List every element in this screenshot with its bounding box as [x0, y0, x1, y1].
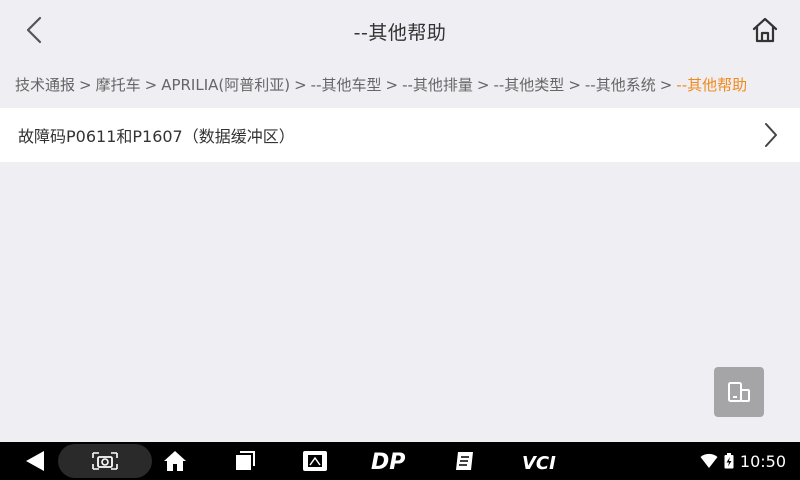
nav-tool-button[interactable] [300, 442, 330, 480]
chevron-right-icon [760, 120, 782, 150]
breadcrumb-item[interactable]: 技术通报 [15, 76, 75, 94]
list-item-label: 故障码P0611和P1607（数据缓冲区） [18, 127, 295, 146]
back-button[interactable] [18, 12, 50, 48]
nav-dp-button[interactable]: DP [368, 442, 412, 480]
wifi-icon [700, 453, 718, 468]
home-button[interactable] [748, 12, 782, 48]
svg-text:DP: DP [371, 450, 405, 472]
breadcrumb-item[interactable]: --其他系统 [585, 76, 656, 94]
system-nav-bar: DP VCI 10:50 [0, 442, 800, 480]
recent-apps-icon [236, 451, 255, 470]
breadcrumb-separator: > [476, 76, 490, 94]
breadcrumb-separator: > [385, 76, 399, 94]
battery-charging-icon [724, 453, 734, 469]
breadcrumb-item[interactable]: --其他类型 [493, 76, 564, 94]
nav-manual-button[interactable] [450, 442, 480, 480]
breadcrumb: 技术通报 > 摩托车 > APRILIA(阿普利亚) > --其他车型 > --其他排量 > --其… [15, 74, 795, 96]
home-icon [752, 17, 778, 43]
breadcrumb-separator: > [568, 76, 581, 94]
page-title: --其他帮助 [353, 22, 447, 44]
breadcrumb-current: --其他帮助 [676, 76, 748, 94]
nav-back-button[interactable] [20, 442, 50, 480]
list-item[interactable]: 故障码P0611和P1607（数据缓冲区） [0, 108, 800, 162]
help-list: 故障码P0611和P1607（数据缓冲区） [0, 108, 800, 162]
vci-logo-icon: VCI [522, 453, 556, 472]
breadcrumb-item[interactable]: --其他排量 [402, 76, 473, 94]
dp-logo-icon: DP [371, 450, 405, 472]
nav-recent-button[interactable] [230, 442, 260, 480]
status-area: 10:50 [700, 442, 786, 480]
clock: 10:50 [739, 451, 786, 471]
nav-home-button[interactable] [160, 442, 190, 480]
chevron-left-icon [26, 16, 42, 44]
breadcrumb-item[interactable]: --其他车型 [311, 76, 382, 94]
book-icon [456, 452, 473, 470]
camera-icon [90, 450, 120, 476]
breadcrumb-separator: > [659, 76, 673, 94]
top-bar: --其他帮助 [0, 0, 800, 62]
screenshot-button[interactable] [58, 444, 152, 478]
triangle-back-icon [26, 451, 44, 471]
breadcrumb-separator: > [79, 76, 92, 94]
nav-vci-button[interactable]: VCI [518, 442, 562, 480]
breadcrumb-separator: > [294, 76, 307, 94]
breadcrumb-item[interactable]: 摩托车 [96, 76, 141, 94]
float-switch-button[interactable] [714, 367, 764, 417]
breadcrumb-item[interactable]: APRILIA(阿普利亚) [161, 76, 290, 94]
breadcrumb-separator: > [144, 76, 158, 94]
device-switch-icon [728, 382, 750, 402]
svg-text:VCI: VCI [522, 453, 556, 472]
gauge-icon [303, 451, 327, 471]
home-solid-icon [164, 451, 186, 471]
